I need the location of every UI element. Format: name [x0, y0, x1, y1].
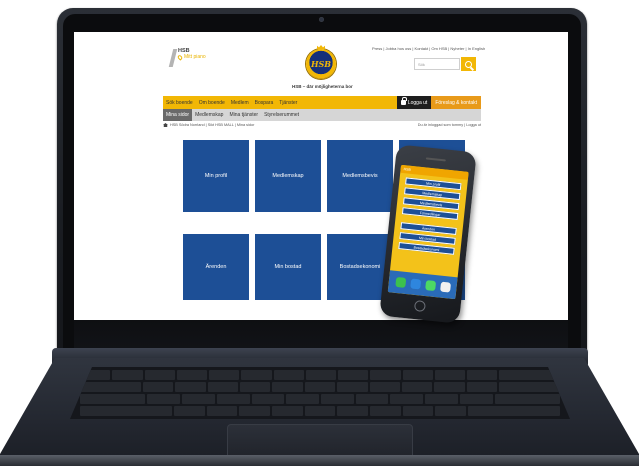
tab-medlemskap[interactable]: Medlemskap [192, 109, 226, 121]
sub-nav: Mina sidor Medlemskap Mina tjänster Styr… [163, 109, 481, 121]
nav-item-medlem[interactable]: Medlem [228, 100, 252, 106]
logout-label: Logga ut [407, 99, 428, 106]
nav-item-sok-boende[interactable]: Sök boende [163, 100, 196, 106]
nav-item-om-boende[interactable]: Om boende [196, 100, 228, 106]
tab-mina-sidor[interactable]: Mina sidor [163, 109, 193, 121]
keyboard-row [80, 394, 561, 404]
keyboard-row [80, 370, 560, 380]
main-nav: Sök boende Om boende Medlem Bospara Tjän… [163, 96, 481, 109]
music-app-icon[interactable] [439, 281, 451, 293]
contact-button[interactable]: Föreslag & kontakt [431, 96, 481, 109]
phone-menu: Min profil Medlemskap Medlemsbevis Förme… [392, 173, 468, 256]
home-icon[interactable] [163, 123, 168, 127]
phone-speaker [425, 157, 446, 162]
logged-in-status[interactable]: Du är inloggad som tommy | Logga ut [418, 123, 481, 127]
tab-styrelserummet[interactable]: Styrelserummet [261, 109, 302, 121]
tile-min-bostad[interactable]: Min bostad [255, 234, 321, 300]
breadcrumb: HSB Södra Norrland | Sikt HSB MALL | Min… [163, 123, 481, 127]
tile-arenden[interactable]: Ärenden [183, 234, 249, 300]
nav-item-bospara[interactable]: Bospara [252, 100, 277, 106]
keyboard-row [80, 382, 561, 392]
lock-icon [400, 97, 407, 105]
keyboard [70, 367, 570, 419]
tile-medlemsbevis[interactable]: Medlemsbevis [327, 140, 393, 212]
safari-app-icon[interactable] [409, 278, 421, 290]
laptop-front-edge [0, 455, 639, 466]
messages-app-icon[interactable] [424, 280, 436, 291]
laptop-mockup-scene: HSB Mitt piano HSB HSB – där möjligheter… [0, 0, 639, 466]
phone-app-icon[interactable] [394, 276, 406, 288]
tab-mina-tjanster[interactable]: Mina tjänster [226, 109, 261, 121]
tile-min-profil[interactable]: Min profil [183, 140, 249, 212]
screen-overlay: Sök boende Om boende Medlem Bospara Tjän… [74, 32, 568, 320]
logout-button[interactable]: Logga ut [396, 96, 432, 109]
breadcrumb-path[interactable]: HSB Södra Norrland | Sikt HSB MALL | Min… [170, 123, 254, 127]
phone-dock [387, 270, 458, 300]
nav-item-tjanster[interactable]: Tjänster [276, 100, 300, 106]
webcam-icon [319, 17, 324, 22]
home-button-icon[interactable] [413, 300, 426, 313]
phone-screen: HSB Min profil Medlemskap Medlemsbevis F… [387, 164, 469, 300]
tile-medlemskap[interactable]: Medlemskap [255, 140, 321, 212]
keyboard-row [80, 406, 561, 416]
